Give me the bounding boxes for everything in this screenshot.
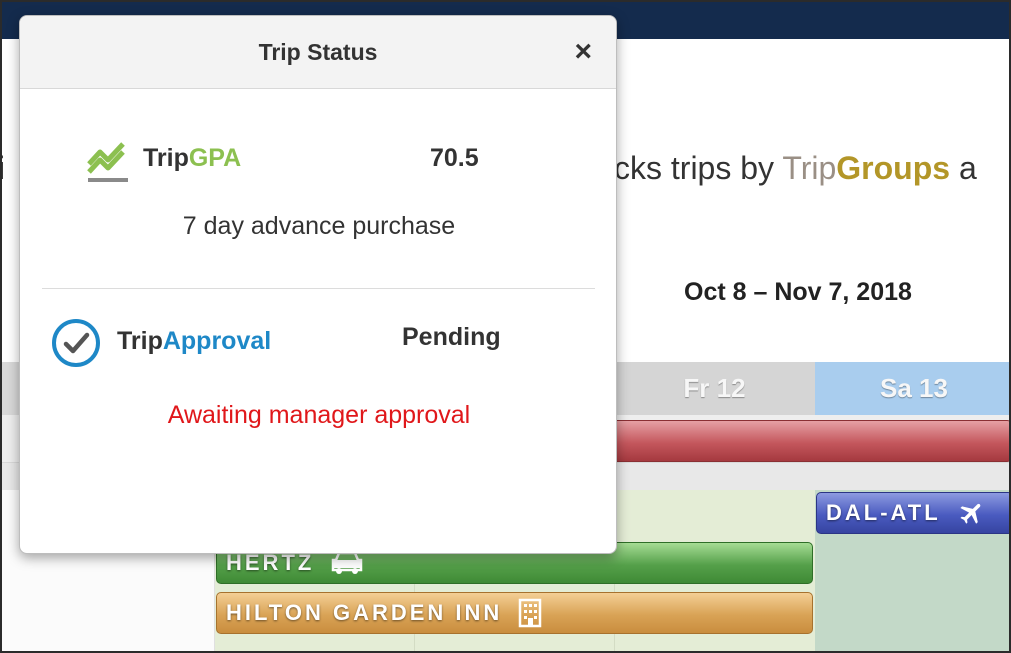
day-header-fr-12[interactable]: Fr 12 bbox=[614, 362, 815, 415]
day-header-sa-13[interactable]: Sa 13 bbox=[815, 362, 1009, 415]
dialog-header: Trip Status × bbox=[20, 16, 616, 89]
trip-approval-label-suffix: Approval bbox=[162, 327, 272, 355]
background-text-left: i bbox=[2, 150, 5, 187]
app-window: i cks trips by TripGroups a Oct 8 – Nov … bbox=[0, 0, 1011, 653]
hotel-event-label: HILTON GARDEN INN bbox=[226, 600, 503, 625]
trip-bar[interactable] bbox=[602, 420, 1009, 462]
trip-approval-label: TripApproval bbox=[117, 327, 271, 356]
trip-gpa-label-suffix: GPA bbox=[188, 144, 242, 172]
check-circle-icon bbox=[51, 318, 101, 373]
background-text-tagline: cks trips by TripGroups a bbox=[614, 150, 977, 187]
trip-gpa-row: TripGPA 70.5 bbox=[20, 138, 616, 191]
tagline-prefix: cks trips by bbox=[614, 150, 783, 186]
building-icon bbox=[518, 598, 542, 628]
trip-approval-note: Awaiting manager approval bbox=[167, 401, 471, 429]
flight-event-bar[interactable]: DAL-ATL bbox=[816, 492, 1009, 534]
trip-approval-status: Pending bbox=[402, 323, 501, 351]
dialog-divider bbox=[42, 288, 595, 289]
trip-gpa-value: 70.5 bbox=[430, 144, 479, 172]
hotel-event-bar[interactable]: HILTON GARDEN INN bbox=[216, 592, 813, 634]
tagline-suffix: a bbox=[950, 150, 977, 186]
trip-status-dialog: Trip Status × TripGPA 70.5 7 day advance… bbox=[19, 15, 617, 554]
flight-event-label: DAL-ATL bbox=[826, 500, 941, 525]
date-range-label: Oct 8 – Nov 7, 2018 bbox=[684, 278, 912, 306]
trip-gpa-note: 7 day advance purchase bbox=[182, 212, 456, 240]
trip-approval-label-prefix: Trip bbox=[117, 327, 163, 355]
tagline-trip: Trip bbox=[782, 150, 837, 186]
dialog-title: Trip Status bbox=[258, 38, 378, 65]
close-icon[interactable]: × bbox=[574, 37, 592, 67]
trip-gpa-label-prefix: Trip bbox=[143, 144, 189, 172]
trend-chart-icon bbox=[86, 140, 130, 191]
tagline-groups: Groups bbox=[836, 150, 951, 186]
trip-gpa-label: TripGPA bbox=[143, 144, 241, 173]
airplane-icon bbox=[957, 499, 987, 527]
